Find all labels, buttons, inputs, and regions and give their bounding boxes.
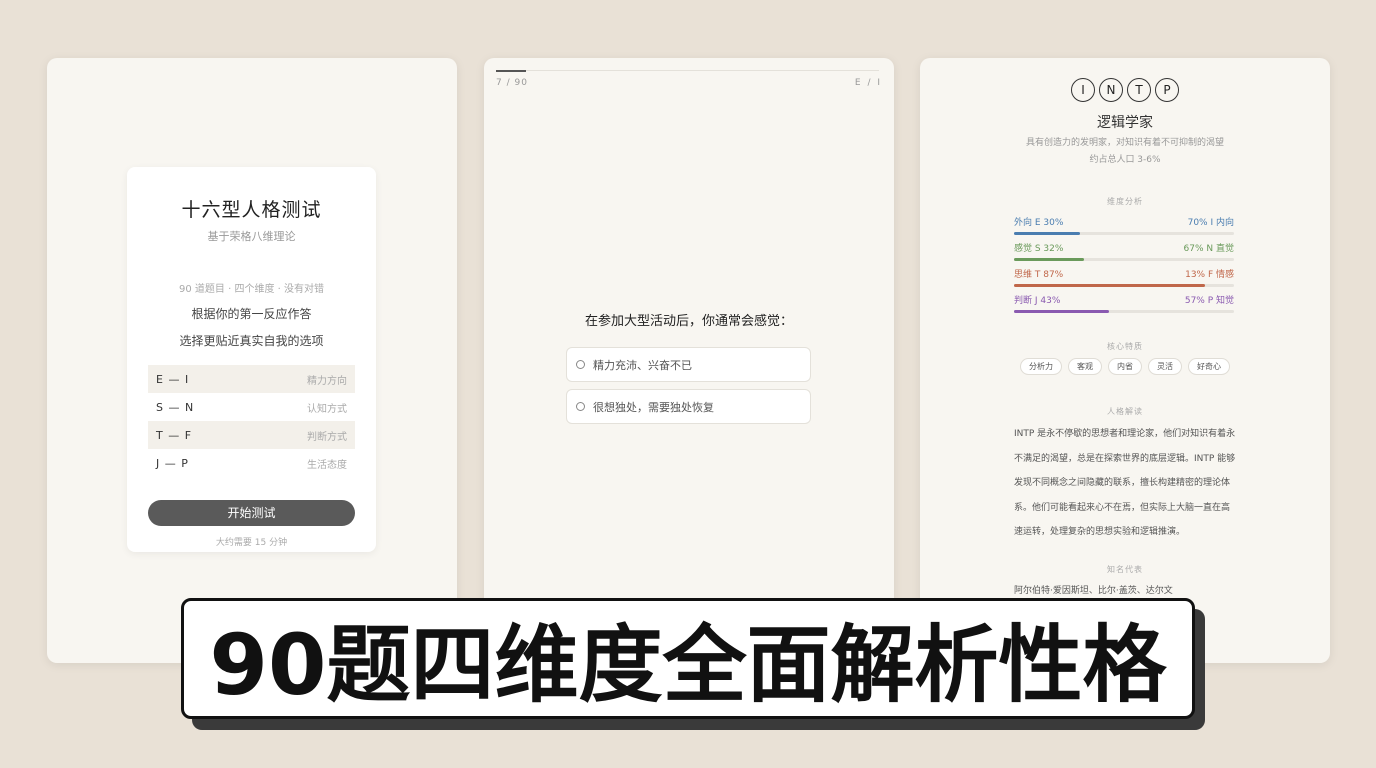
intro-instruction-2: 选择更贴近真实自我的选项 <box>179 334 324 348</box>
question-text: 在参加大型活动后，你通常会感觉： <box>584 314 793 329</box>
trait-chip: 灵活 <box>1148 358 1182 375</box>
bar-track <box>1014 310 1234 313</box>
headline-banner: 90题四维度全面解析性格 <box>181 598 1195 719</box>
trait-chip: 客观 <box>1068 358 1102 375</box>
dimension-bar: 思维 T 87% 13% F 情感 <box>1014 267 1234 293</box>
question-counter: 7 / 90 <box>496 78 528 88</box>
radio-icon <box>576 360 585 369</box>
dimension-code: J — P <box>156 456 189 470</box>
bar-left-label: 感觉 S 32% <box>1014 244 1064 254</box>
result-panel: I N T P 逻辑学家 具有创造力的发明家，对知识有着不可抑制的渴望 约占总人… <box>920 58 1330 663</box>
dimension-row-jp: J — P 生活态度 <box>148 449 355 477</box>
type-ratio: 约占总人口 3-6% <box>1089 155 1161 165</box>
answer-option-a[interactable]: 精力充沛、兴奋不已 <box>566 347 811 382</box>
dimension-bar: 外向 E 30% 70% I 内向 <box>1014 215 1234 241</box>
dimension-code: T — F <box>156 428 193 442</box>
bar-track <box>1014 232 1234 235</box>
dimension-code: E — I <box>156 372 190 386</box>
answer-option-b[interactable]: 很想独处，需要独处恢复 <box>566 389 811 424</box>
analysis-text: INTP 是永不停歇的思想者和理论家，他们对知识有着永不满足的渴望，总是在探索世… <box>1014 429 1236 537</box>
progress-bar <box>496 69 879 72</box>
progress-fill <box>496 69 526 72</box>
analysis-label: 人格解读 <box>1107 407 1143 416</box>
intro-subtitle: 基于荣格八维理论 <box>207 230 296 243</box>
intro-meta: 90 道题目 · 四个维度 · 没有对错 <box>179 284 324 295</box>
duration-note: 大约需要 15 分钟 <box>215 538 288 548</box>
dimension-bar: 感觉 S 32% 67% N 直觉 <box>1014 241 1234 267</box>
bar-fill <box>1014 310 1109 313</box>
type-letters: I N T P <box>920 78 1330 102</box>
dimension-code: S — N <box>156 400 195 414</box>
traits-label: 核心特质 <box>1107 342 1143 351</box>
dimension-list: E — I 精力方向 S — N 认知方式 T — F 判断方式 J — P 生… <box>148 365 355 477</box>
famous-people: 阿尔伯特·爱因斯坦、比尔·盖茨、达尔文 <box>1014 586 1173 596</box>
bar-left-label: 思维 T 87% <box>1014 270 1064 280</box>
dimension-desc: 判断方式 <box>307 431 347 443</box>
start-test-button[interactable]: 开始测试 <box>148 500 355 526</box>
trait-chip: 内省 <box>1108 358 1142 375</box>
dimension-row-sn: S — N 认知方式 <box>148 393 355 421</box>
dimension-analysis-label: 维度分析 <box>1107 197 1143 206</box>
dimension-desc: 精力方向 <box>307 375 347 387</box>
trait-chip: 分析力 <box>1020 358 1062 375</box>
type-letter: P <box>1155 78 1179 102</box>
option-label: 精力充沛、兴奋不已 <box>593 358 692 372</box>
intro-panel: 十六型人格测试 基于荣格八维理论 90 道题目 · 四个维度 · 没有对错 根据… <box>47 58 457 663</box>
type-description: 具有创造力的发明家，对知识有着不可抑制的渴望 <box>1025 138 1224 148</box>
bar-left-label: 判断 J 43% <box>1014 296 1061 306</box>
dimension-bar: 判断 J 43% 57% P 知觉 <box>1014 293 1234 319</box>
type-name: 逻辑学家 <box>1097 115 1153 131</box>
dimension-bars: 外向 E 30% 70% I 内向 感觉 S 32% 67% N 直觉 思维 T 8… <box>1014 215 1234 319</box>
bar-left-label: 外向 E 30% <box>1014 218 1064 228</box>
bar-fill <box>1014 258 1085 261</box>
trait-list: 分析力 客观 内省 灵活 好奇心 <box>920 358 1330 375</box>
dimension-row-ei: E — I 精力方向 <box>148 365 355 393</box>
trait-chip: 好奇心 <box>1188 358 1230 375</box>
radio-icon <box>576 402 585 411</box>
quiz-panel: 7 / 90 E / I 在参加大型活动后，你通常会感觉： 精力充沛、兴奋不已 … <box>484 58 894 663</box>
intro-title: 十六型人格测试 <box>181 199 322 221</box>
bar-right-label: 67% N 直觉 <box>1183 244 1234 254</box>
bar-fill <box>1014 284 1206 287</box>
option-label: 很想独处，需要独处恢复 <box>593 400 714 414</box>
dimension-row-tf: T — F 判断方式 <box>148 421 355 449</box>
intro-card: 十六型人格测试 基于荣格八维理论 90 道题目 · 四个维度 · 没有对错 根据… <box>127 167 376 552</box>
bar-track <box>1014 284 1234 287</box>
banner-text: 90题四维度全面解析性格 <box>209 616 1167 714</box>
famous-label: 知名代表 <box>1107 565 1143 574</box>
dimension-desc: 认知方式 <box>307 403 347 415</box>
type-letter: T <box>1127 78 1151 102</box>
type-letter: N <box>1099 78 1123 102</box>
bar-right-label: 70% I 内向 <box>1187 218 1234 228</box>
bar-right-label: 57% P 知觉 <box>1184 296 1234 306</box>
bar-track <box>1014 258 1234 261</box>
dimension-desc: 生活态度 <box>307 459 347 471</box>
dimension-tag: E / I <box>854 78 882 88</box>
intro-instruction-1: 根据你的第一反应作答 <box>191 307 312 321</box>
bar-fill <box>1014 232 1080 235</box>
bar-right-label: 13% F 情感 <box>1185 270 1234 280</box>
type-letter: I <box>1071 78 1095 102</box>
